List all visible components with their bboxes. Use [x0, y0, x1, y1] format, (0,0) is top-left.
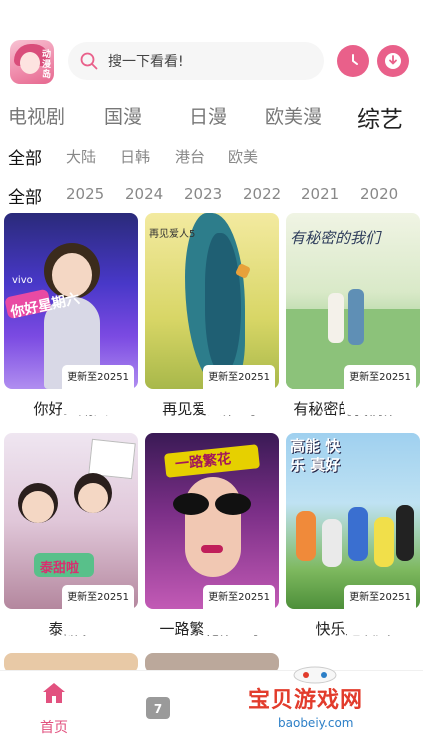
- region-western[interactable]: 欧美: [228, 146, 258, 167]
- show-card[interactable]: 有秘密的我们 更新至20251 有秘密的我们第...: [286, 213, 420, 419]
- app-logo: 动漫岛: [10, 40, 54, 84]
- update-badge: 更新至20251: [344, 365, 416, 415]
- show-poster[interactable]: 一路繁花: [145, 433, 279, 609]
- year-2024[interactable]: 2024: [125, 185, 163, 203]
- poster-text: 高能 快乐 真好: [290, 437, 341, 474]
- year-2025[interactable]: 2025: [66, 185, 104, 203]
- history-button[interactable]: [337, 45, 369, 77]
- show-poster[interactable]: 高能 快乐 真好: [286, 433, 420, 609]
- show-poster[interactable]: 再见爱人5: [145, 213, 279, 389]
- calendar-day: 7: [153, 702, 163, 716]
- show-card[interactable]: 再见爱人5 更新至20251 再见爱人第5季: [145, 213, 279, 419]
- gamepad-icon: [293, 666, 337, 684]
- poster-text: 有秘密的我们: [290, 229, 381, 247]
- poster-text: 再见爱人5: [149, 229, 196, 240]
- nav-schedule[interactable]: 7: [118, 681, 198, 719]
- logo-text: 动漫岛: [42, 50, 52, 80]
- category-tabs: 电视剧 国漫 日漫 欧美漫 综艺: [0, 100, 423, 136]
- watermark-url: baobeiy.com: [278, 716, 354, 730]
- update-badge: 更新至20251: [62, 365, 134, 415]
- show-card[interactable]: 一路繁花 更新至20251 一路繁花第二季: [145, 433, 279, 639]
- poster-text: 泰甜啦: [40, 561, 80, 576]
- calendar-icon: 7: [146, 697, 170, 719]
- nav-home-label: 首页: [40, 720, 68, 736]
- tab-variety[interactable]: 综艺: [357, 100, 403, 134]
- watermark-text: 宝贝游戏网: [248, 688, 364, 713]
- nav-home[interactable]: 首页: [14, 681, 94, 737]
- header: 动漫岛 搜一下看看!: [0, 0, 423, 96]
- year-2020[interactable]: 2020: [360, 185, 398, 203]
- tab-japanese-anime[interactable]: 日漫: [189, 102, 227, 129]
- region-all[interactable]: 全部: [8, 144, 42, 169]
- year-2023[interactable]: 2023: [184, 185, 222, 203]
- show-poster[interactable]: 有秘密的我们: [286, 213, 420, 389]
- region-mainland[interactable]: 大陆: [66, 146, 96, 167]
- region-hk-tw[interactable]: 港台: [175, 146, 205, 167]
- download-button[interactable]: [377, 45, 409, 77]
- search-icon: [80, 52, 98, 70]
- year-all[interactable]: 全部: [8, 183, 42, 208]
- show-poster[interactable]: vivo 你好星期六: [4, 213, 138, 389]
- year-filter: 全部 2025 2024 2023 2022 2021 2020: [0, 183, 423, 209]
- year-2022[interactable]: 2022: [243, 185, 281, 203]
- tab-tv-series[interactable]: 电视剧: [8, 102, 65, 129]
- update-badge: 更新至20251: [203, 585, 275, 635]
- show-card[interactable]: 高能 快乐 真好 更新至20251 快乐趣吹风: [286, 433, 420, 639]
- watermark: 宝贝游戏网 baobeiy.com: [248, 664, 398, 746]
- year-2021[interactable]: 2021: [301, 185, 339, 203]
- search-placeholder: 搜一下看看!: [108, 54, 184, 70]
- update-badge: 更新至20251: [344, 585, 416, 635]
- tab-chinese-anime[interactable]: 国漫: [104, 102, 142, 129]
- update-badge: 更新至20251: [203, 365, 275, 415]
- search-bar[interactable]: 搜一下看看!: [68, 42, 324, 80]
- tab-western-anime[interactable]: 欧美漫: [265, 102, 322, 129]
- show-poster[interactable]: 泰甜啦: [4, 433, 138, 609]
- clock-icon: [352, 54, 358, 65]
- region-japan-korea[interactable]: 日韩: [120, 146, 150, 167]
- region-filter: 全部 大陆 日韩 港台 欧美: [0, 144, 423, 170]
- update-badge: 更新至20251: [62, 585, 134, 635]
- download-icon: [385, 53, 401, 69]
- show-card[interactable]: vivo 你好星期六 更新至20251 你好星期六: [4, 213, 138, 419]
- show-card[interactable]: 泰甜啦 更新至20251 泰甜啦: [4, 433, 138, 639]
- home-icon: [43, 683, 65, 703]
